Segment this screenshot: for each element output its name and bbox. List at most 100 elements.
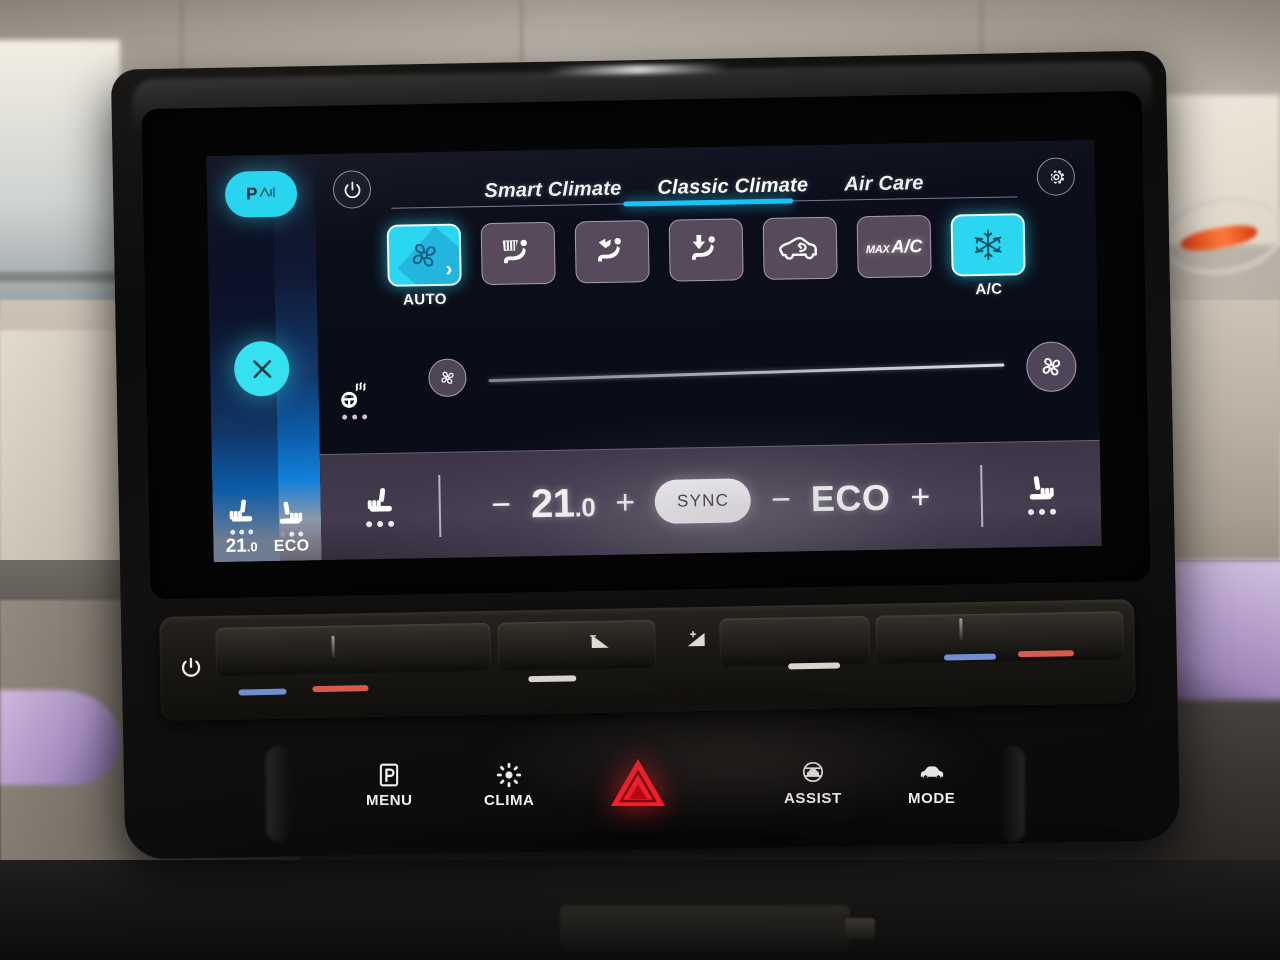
temperature-and-eco-controls: − 21.0 + SYNC − ECO + bbox=[440, 474, 981, 528]
bottom-right-seat-dots bbox=[1027, 508, 1057, 516]
hazard-triangle-icon bbox=[611, 759, 665, 806]
sync-button[interactable]: SYNC bbox=[654, 477, 752, 524]
sidebar-seat-left[interactable]: 21.0 bbox=[225, 497, 258, 557]
fan-increase-button[interactable] bbox=[1025, 341, 1077, 393]
sidebar-seat-right-value: ECO bbox=[273, 537, 310, 555]
fan-speed-row bbox=[318, 336, 1099, 410]
clima-label: CLIMA bbox=[484, 792, 535, 809]
clima-button[interactable]: CLIMA bbox=[484, 762, 535, 809]
eco-value: ECO bbox=[810, 476, 891, 519]
sidebar: P 21 .0 ECO bbox=[206, 154, 322, 563]
seat-heat-right-icon bbox=[279, 501, 303, 524]
bottom-left-seat-button[interactable] bbox=[320, 485, 439, 528]
hazard-lights-button[interactable] bbox=[604, 754, 672, 812]
bottom-left-seat-dots bbox=[366, 520, 395, 528]
menu-button[interactable]: MENU bbox=[366, 762, 413, 809]
touch-slider-bar[interactable]: − + bbox=[159, 599, 1136, 721]
fan-speed-slider[interactable] bbox=[488, 362, 1005, 382]
climate-fan-icon bbox=[497, 762, 522, 788]
tab-air-care[interactable]: Air Care bbox=[826, 172, 942, 209]
temp-decrease-button[interactable]: − bbox=[487, 485, 515, 523]
temp-slider-right[interactable] bbox=[875, 611, 1125, 664]
park-assist-waves-icon bbox=[259, 186, 276, 202]
mode-defrost bbox=[477, 221, 560, 290]
auto-chevron-right-icon: › bbox=[445, 257, 453, 281]
climate-content-panel: Smart Climate Classic Climate Air Care ›… bbox=[314, 139, 1102, 563]
window-left bbox=[0, 40, 120, 310]
slider-ridge bbox=[331, 635, 335, 658]
button-row-edge-left bbox=[266, 746, 292, 842]
close-x-icon bbox=[252, 359, 271, 378]
temperature-integer: 21 bbox=[530, 480, 575, 526]
windshield-defrost-seat-icon bbox=[502, 239, 527, 264]
seat-right-level-dots bbox=[279, 531, 303, 537]
air-recirculation-button[interactable] bbox=[762, 216, 838, 280]
volume-slider-left[interactable] bbox=[497, 619, 657, 671]
mode-ac: A/C bbox=[947, 213, 1031, 298]
volume-slider-right[interactable] bbox=[719, 615, 871, 667]
slider-ridge-right bbox=[959, 618, 963, 641]
max-ac-button[interactable]: MAX A/C bbox=[856, 214, 932, 279]
power-icon bbox=[344, 181, 360, 198]
console-handle bbox=[845, 918, 875, 940]
top-bar: Smart Climate Classic Climate Air Care bbox=[314, 148, 1095, 218]
temp-increase-button[interactable]: + bbox=[611, 483, 639, 521]
hardware-button-row: MENU CLIMA ASSIST MODE bbox=[118, 746, 1173, 850]
infotainment-head-unit: P 21 .0 ECO Smart Climate Classic Climat… bbox=[110, 50, 1181, 860]
assist-label: ASSIST bbox=[784, 790, 842, 807]
touchscreen-display[interactable]: P 21 .0 ECO Smart Climate Classic Climat… bbox=[206, 139, 1102, 563]
button-row-edge-right bbox=[999, 746, 1025, 842]
foot-vent-button[interactable] bbox=[668, 218, 744, 282]
park-assist-label: P bbox=[245, 184, 259, 204]
seat-heat-right-icon bbox=[1029, 476, 1054, 500]
ac-label: A/C bbox=[975, 280, 1003, 299]
face-vent-button[interactable] bbox=[574, 220, 650, 284]
sidebar-seat-status-group: 21.0 ECO bbox=[217, 496, 318, 557]
park-assist-button[interactable]: P bbox=[224, 170, 298, 218]
ac-button[interactable] bbox=[950, 213, 1026, 277]
window-frame-left bbox=[0, 272, 125, 282]
menu-label: MENU bbox=[366, 792, 413, 809]
tab-classic-climate[interactable]: Classic Climate bbox=[639, 174, 826, 212]
assist-button[interactable]: ASSIST bbox=[784, 760, 842, 807]
assist-car-icon bbox=[802, 761, 823, 783]
power-icon bbox=[181, 657, 201, 677]
volume-down-icon[interactable] bbox=[591, 634, 609, 649]
trim-accent-left bbox=[0, 690, 120, 785]
mode-face-vent bbox=[571, 220, 654, 288]
windshield-defrost-button[interactable] bbox=[480, 221, 556, 286]
max-ac-large-text: A/C bbox=[891, 235, 923, 257]
console-vent-slot bbox=[560, 905, 850, 950]
auto-button[interactable]: › bbox=[386, 223, 462, 287]
volume-up-icon[interactable] bbox=[687, 632, 705, 647]
max-ac-small-text: MAX bbox=[865, 243, 890, 256]
sidebar-seat-right[interactable]: ECO bbox=[273, 499, 310, 555]
face-vent-seat-icon bbox=[598, 237, 621, 262]
drive-mode-car-icon bbox=[920, 766, 943, 780]
steering-wheel-heat-button[interactable] bbox=[337, 381, 372, 420]
audio-power-button[interactable] bbox=[178, 654, 204, 680]
fan-small-icon bbox=[441, 371, 454, 384]
gear-icon bbox=[1050, 169, 1064, 184]
temp-slider-left[interactable] bbox=[215, 622, 492, 676]
volume-right-mark bbox=[788, 662, 841, 670]
mode-foot-vent bbox=[665, 218, 748, 286]
max-ac-text-icon: MAX A/C bbox=[866, 236, 923, 258]
temperature-value: 21.0 bbox=[530, 480, 596, 526]
fan-large-icon bbox=[1042, 357, 1061, 376]
eco-increase-button[interactable]: + bbox=[906, 477, 934, 515]
auto-label: AUTO bbox=[402, 290, 448, 309]
bottom-right-seat-button[interactable] bbox=[982, 473, 1101, 516]
temp-left-cold-mark bbox=[238, 688, 287, 696]
climate-power-button[interactable] bbox=[332, 170, 372, 209]
mode-button[interactable]: MODE bbox=[908, 760, 955, 807]
sidebar-seat-left-value: 21.0 bbox=[225, 535, 258, 557]
close-button[interactable] bbox=[233, 340, 290, 397]
tab-smart-climate[interactable]: Smart Climate bbox=[466, 177, 640, 215]
mode-label: MODE bbox=[908, 790, 956, 807]
settings-button[interactable] bbox=[1036, 157, 1076, 196]
steering-heat-level-dots bbox=[341, 414, 367, 420]
eco-decrease-button[interactable]: − bbox=[767, 480, 795, 518]
temp-right-cold-mark bbox=[943, 653, 997, 661]
fan-decrease-button[interactable] bbox=[428, 358, 467, 398]
